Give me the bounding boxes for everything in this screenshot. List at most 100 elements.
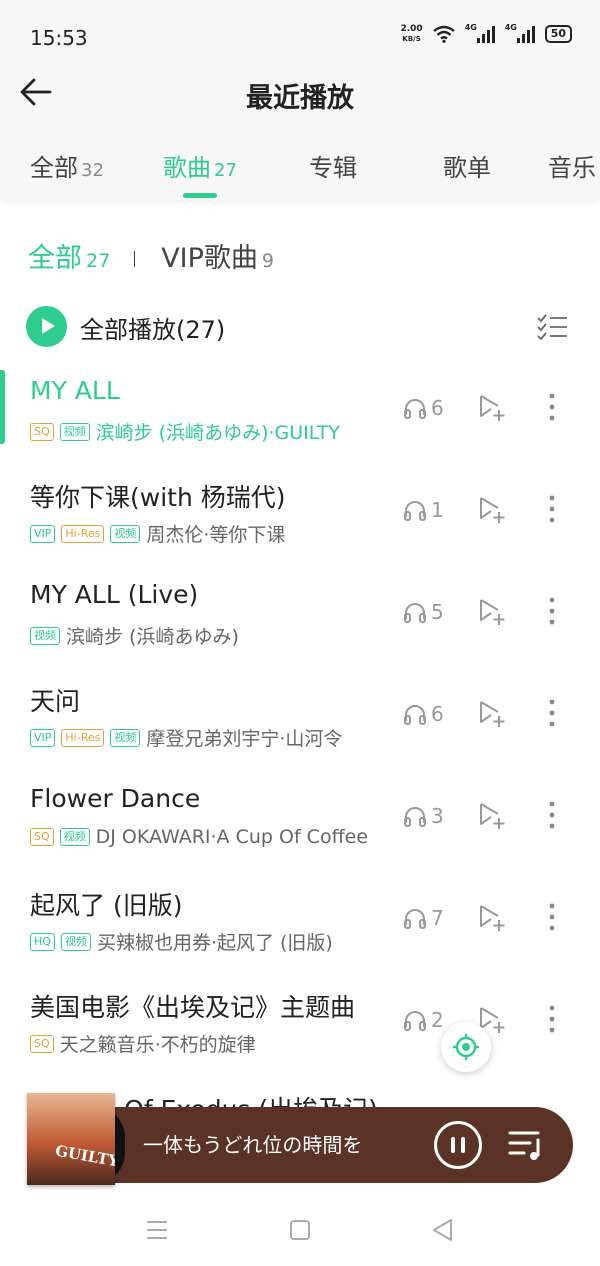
song-meta: SQ 天之籁音乐·不朽的旋律 (30, 1030, 380, 1057)
more-options-icon[interactable] (540, 494, 564, 524)
song-artist: 买辣椒也用券·起风了 (旧版) (96, 932, 333, 954)
back-nav-icon[interactable] (430, 1217, 456, 1243)
add-to-playlist-icon[interactable] (478, 394, 506, 422)
song-row[interactable]: 等你下课(with 杨瑞代) VIP Hi-Res 视频 周杰伦·等你下课 1 (0, 458, 600, 560)
song-artist: 滨崎步 (浜崎あゆみ)·GUILTY (95, 422, 340, 444)
song-meta: 视频 滨崎步 (浜崎あゆみ) (30, 622, 380, 649)
tab-music[interactable]: 音乐 (548, 148, 596, 183)
song-title: 起风了 (旧版) (30, 891, 183, 920)
tab-indicator (183, 193, 217, 198)
home-icon[interactable] (287, 1217, 313, 1243)
vip-badge: VIP (30, 524, 56, 543)
status-time: 15:53 (30, 26, 88, 50)
song-meta: SQ 视频 DJ OKAWARI·A Cup Of Coffee (30, 826, 380, 848)
locate-icon (453, 1034, 479, 1060)
add-to-playlist-icon[interactable] (478, 802, 506, 830)
listen-count: 6 (403, 702, 444, 726)
net-speed: 2.00 KB/S (400, 24, 423, 43)
song-title: 等你下课(with 杨瑞代) (30, 483, 286, 512)
playlist-queue-icon[interactable] (508, 1128, 544, 1162)
listen-count: 6 (403, 396, 444, 420)
song-artist: 摩登兄弟刘宇宁·山河令 (146, 728, 343, 750)
play-icon[interactable] (26, 306, 67, 347)
song-meta: VIP Hi-Res 视频 周杰伦·等你下课 (30, 520, 380, 547)
add-to-playlist-icon[interactable] (478, 598, 506, 626)
song-artist: 天之籁音乐·不朽的旋律 (59, 1034, 256, 1056)
signal-icon-2: 4G (505, 23, 535, 43)
wifi-icon (432, 25, 455, 43)
song-artist: 周杰伦·等你下课 (146, 524, 286, 546)
filter-row: 全部 27 VIP歌曲 9 (28, 236, 274, 276)
album-cover-word: GUILTY (53, 1141, 115, 1171)
headphones-icon (404, 399, 426, 419)
song-meta: VIP Hi-Res 视频 摩登兄弟刘宇宁·山河令 (30, 724, 380, 751)
song-row[interactable]: MY ALL SQ 视频 滨崎步 (浜崎あゆみ)·GUILTY 6 (0, 356, 600, 458)
more-options-icon[interactable] (540, 596, 564, 626)
add-to-playlist-icon[interactable] (478, 496, 506, 524)
listen-count: 5 (403, 600, 444, 624)
listen-count: 2 (403, 1008, 444, 1032)
song-meta: HQ 视频 买辣椒也用券·起风了 (旧版) (30, 928, 380, 955)
listen-count: 7 (403, 906, 444, 930)
listen-count: 1 (403, 498, 444, 522)
video-badge: 视频 (60, 932, 91, 951)
more-options-icon[interactable] (540, 800, 564, 830)
pause-button[interactable] (434, 1121, 482, 1169)
hires-badge: Hi-Res (61, 524, 105, 543)
locate-current-button[interactable] (441, 1022, 491, 1072)
sq-badge: SQ (30, 828, 54, 846)
tab-songs[interactable]: 歌曲 27 (163, 148, 237, 183)
status-bar: 15:53 2.00 KB/S 4G 4G 50 (0, 0, 600, 68)
filter-all[interactable]: 全部 27 (28, 236, 110, 275)
signal-icon-1: 4G (465, 23, 495, 43)
headphones-icon (404, 501, 426, 521)
menu-icon[interactable] (144, 1217, 170, 1243)
hq-badge: HQ (30, 932, 55, 951)
now-playing-text[interactable]: 一体もうどれ位の時間を (143, 1129, 362, 1158)
add-to-playlist-icon[interactable] (478, 904, 506, 932)
listen-count: 3 (403, 804, 444, 828)
headphones-icon (404, 807, 426, 827)
headphones-icon (404, 909, 426, 929)
song-row[interactable]: Flower Dance SQ 视频 DJ OKAWARI·A Cup Of C… (0, 764, 600, 866)
song-row[interactable]: MY ALL (Live) 视频 滨崎步 (浜崎あゆみ) 5 (0, 560, 600, 662)
play-all-row[interactable]: 全部播放(27) (26, 306, 574, 348)
song-title: 美国电影《出埃及记》主题曲 (30, 993, 356, 1022)
video-badge: 视频 (59, 422, 90, 441)
status-icons: 2.00 KB/S 4G 4G 50 (400, 23, 572, 44)
tab-playlists[interactable]: 歌单 (443, 148, 491, 183)
song-title: Flower Dance (30, 784, 201, 813)
hires-badge: Hi-Res (61, 728, 105, 747)
song-artist: DJ OKAWARI·A Cup Of Coffee (95, 826, 369, 848)
play-all-label[interactable]: 全部播放(27) (80, 310, 225, 345)
tab-albums[interactable]: 专辑 (309, 148, 357, 183)
more-options-icon[interactable] (540, 1004, 564, 1034)
video-badge: 视频 (110, 524, 141, 543)
album-cover[interactable]: GUILTY (27, 1093, 115, 1185)
song-row[interactable]: 天问 VIP Hi-Res 视频 摩登兄弟刘宇宁·山河令 6 (0, 662, 600, 764)
vip-badge: VIP (30, 728, 56, 747)
song-title: 天问 (30, 687, 81, 716)
song-meta: SQ 视频 滨崎步 (浜崎あゆみ)·GUILTY (30, 418, 380, 445)
tab-bar: 全部 32 歌曲 27 专辑 歌单 音乐 (0, 118, 600, 200)
add-to-playlist-icon[interactable] (478, 700, 506, 728)
headphones-icon (404, 705, 426, 725)
video-badge: 视频 (110, 728, 141, 747)
filter-divider (134, 251, 136, 267)
filter-vip[interactable]: VIP歌曲 9 (161, 236, 274, 275)
song-row[interactable]: 美国电影《出埃及记》主题曲 SQ 天之籁音乐·不朽的旋律 2 (0, 968, 600, 1070)
more-options-icon[interactable] (540, 392, 564, 422)
song-title: MY ALL (Live) (30, 580, 199, 609)
tab-all[interactable]: 全部 32 (30, 148, 104, 183)
song-row[interactable]: 起风了 (旧版) HQ 视频 买辣椒也用券·起风了 (旧版) 7 (0, 866, 600, 968)
video-badge: 视频 (30, 626, 60, 645)
song-title: MY ALL (30, 376, 120, 405)
header: 最近播放 (0, 68, 600, 118)
page-title: 最近播放 (246, 83, 354, 114)
multi-select-icon[interactable] (536, 314, 568, 340)
headphones-icon (404, 603, 426, 623)
more-options-icon[interactable] (540, 902, 564, 932)
system-nav-bar (0, 1195, 600, 1266)
headphones-icon (404, 1011, 426, 1031)
more-options-icon[interactable] (540, 698, 564, 728)
